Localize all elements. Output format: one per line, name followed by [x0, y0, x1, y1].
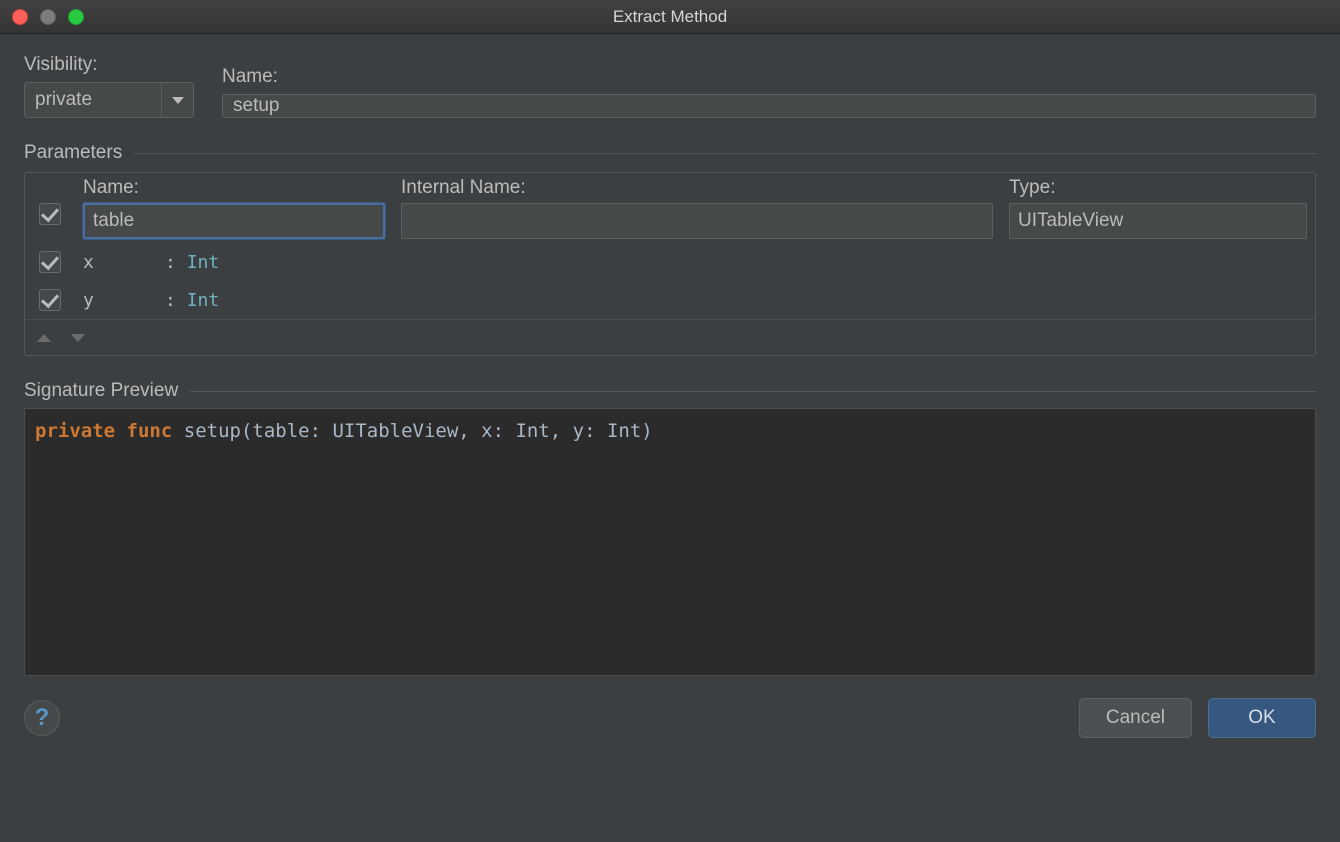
- parameter-type: Int: [187, 252, 220, 273]
- visibility-combobox[interactable]: private: [24, 82, 194, 118]
- method-name-input[interactable]: [222, 94, 1316, 118]
- ok-button[interactable]: OK: [1208, 698, 1316, 738]
- param-internal-header: Internal Name:: [401, 177, 993, 199]
- parameter-row[interactable]: Name: Internal Name: Type:: [25, 173, 1315, 243]
- divider: [134, 153, 1316, 154]
- parameter-internal-name-input[interactable]: [401, 203, 993, 239]
- parameter-name-input[interactable]: [83, 203, 385, 239]
- signature-preview: private func setup(table: UITableView, x…: [24, 408, 1316, 676]
- move-down-icon[interactable]: [71, 334, 85, 342]
- help-icon: ?: [35, 704, 50, 732]
- parameter-type-input[interactable]: [1009, 203, 1307, 239]
- parameter-enabled-checkbox[interactable]: [39, 289, 61, 311]
- dialog-footer: ? Cancel OK: [24, 698, 1316, 738]
- name-group: Name:: [222, 66, 1316, 118]
- keyword-func: func: [127, 420, 173, 442]
- signature-preview-title: Signature Preview: [24, 380, 178, 402]
- zoom-window-button[interactable]: [68, 9, 84, 25]
- visibility-label: Visibility:: [24, 54, 194, 76]
- parameter-enabled-checkbox[interactable]: [39, 203, 61, 225]
- signature-preview-fieldset: Signature Preview private func setup(tab…: [24, 380, 1316, 676]
- parameter-row[interactable]: x: Int: [25, 243, 1315, 281]
- parameters-title: Parameters: [24, 142, 122, 164]
- titlebar: Extract Method: [0, 0, 1340, 34]
- parameter-name: x: [83, 252, 165, 273]
- parameter-reorder-toolbar: [25, 319, 1315, 355]
- traffic-lights: [12, 9, 84, 25]
- cancel-button[interactable]: Cancel: [1079, 698, 1192, 738]
- move-up-icon[interactable]: [37, 334, 51, 342]
- help-button[interactable]: ?: [24, 700, 60, 736]
- param-type-header: Type:: [1009, 177, 1307, 199]
- parameter-type: Int: [187, 290, 220, 311]
- parameter-name: y: [83, 290, 165, 311]
- parameters-fieldset: Parameters Name: Internal Name: Type:: [24, 142, 1316, 356]
- close-window-button[interactable]: [12, 9, 28, 25]
- visibility-group: Visibility: private: [24, 54, 194, 118]
- keyword-private: private: [35, 420, 115, 442]
- parameter-enabled-checkbox[interactable]: [39, 251, 61, 273]
- parameters-table: Name: Internal Name: Type: x: Int: [24, 172, 1316, 356]
- parameter-row[interactable]: y: Int: [25, 281, 1315, 319]
- chevron-down-icon: [161, 83, 193, 117]
- name-label: Name:: [222, 66, 1316, 88]
- window-title: Extract Method: [0, 7, 1340, 27]
- signature-text: setup(table: UITableView, x: Int, y: Int…: [184, 420, 653, 442]
- visibility-value: private: [35, 83, 161, 117]
- divider: [190, 391, 1316, 392]
- param-name-header: Name:: [83, 177, 385, 199]
- minimize-window-button[interactable]: [40, 9, 56, 25]
